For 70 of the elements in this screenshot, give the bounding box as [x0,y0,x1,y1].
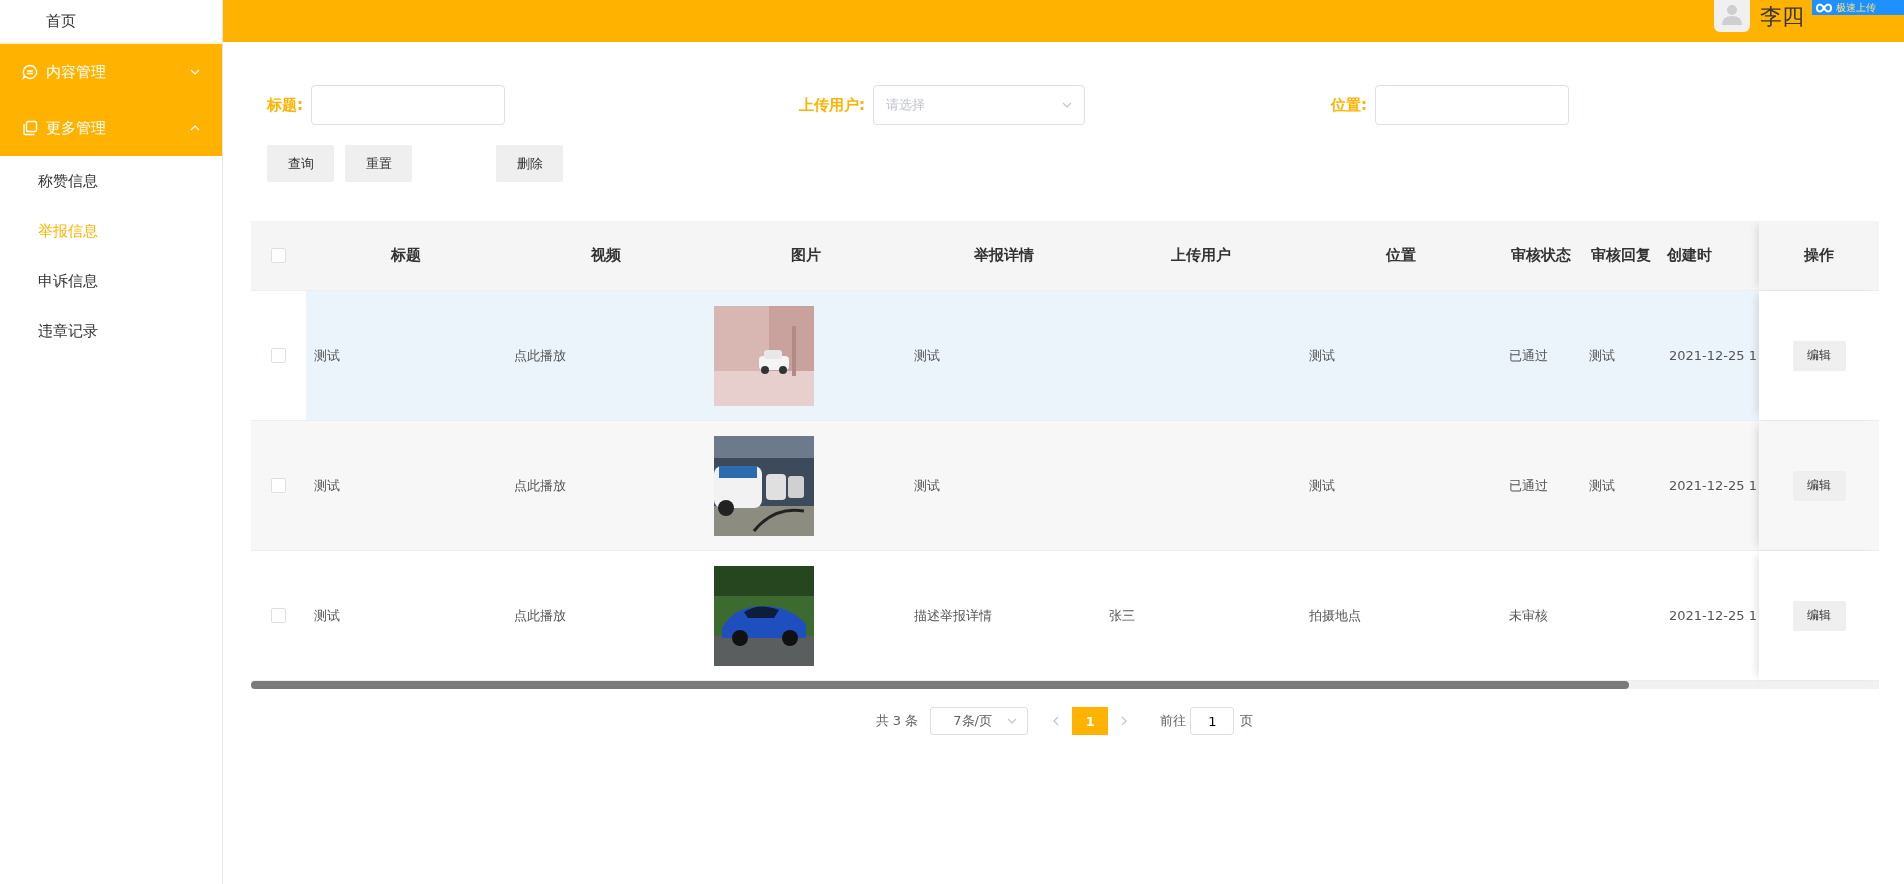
group-label: 内容管理 [46,62,107,82]
table-cell: 测试 [914,476,940,495]
delete-button[interactable]: 删除 [496,145,563,182]
filter-label: 上传用户: [799,95,865,115]
badge-label: 极速上传 [1836,0,1876,15]
table-cell: 已通过 [1509,476,1548,495]
sidebar-item[interactable]: 申诉信息 [0,256,222,306]
table-cell: 测试 [314,346,340,365]
reset-button[interactable]: 重置 [345,145,412,182]
table-cell: 测试 [1589,476,1615,495]
chevron-up-icon [190,123,200,133]
table-cell: 2021-12-25 1 [1669,478,1757,493]
play-link[interactable]: 点此播放 [514,346,566,365]
table-cell: 测试 [1589,346,1615,365]
user-name: 李四 [1760,3,1804,31]
table-cell: 未审核 [1509,606,1548,625]
column-header: 位置 [1384,245,1417,266]
column-header: 创建时 [1666,245,1713,266]
table-cell: 2021-12-25 1 [1669,348,1757,363]
scrollbar-thumb[interactable] [251,681,1629,689]
goto-label: 前往 [1160,712,1187,730]
filter-label: 标题: [267,95,303,115]
column-header: 操作 [1803,246,1835,265]
column-header: 审核状态 [1510,245,1572,266]
filter-label: 位置: [1331,95,1367,115]
table-cell: 描述举报详情 [914,606,992,625]
next-page-icon[interactable] [1120,716,1129,726]
table-cell: 张三 [1109,606,1135,625]
column-header: 上传用户 [1170,245,1232,266]
table-cell: 测试 [1309,346,1335,365]
table-cell: 测试 [914,346,940,365]
column-header: 视频 [590,245,622,266]
page-suffix: 页 [1240,712,1254,730]
table-cell: 测试 [314,606,340,625]
table-cell: 2021-12-25 1 [1669,608,1757,623]
table-cell: 已通过 [1509,346,1548,365]
copy-icon [22,120,38,136]
checkbox[interactable] [271,348,286,363]
column-header: 举报详情 [972,245,1035,266]
group-label: 更多管理 [46,118,107,138]
table-cell: 测试 [314,476,340,495]
sidebar-item[interactable]: 违章记录 [0,306,222,356]
edit-button[interactable]: 编辑 [1792,470,1846,501]
column-header: 标题 [389,245,422,266]
page-input[interactable]: 1 [1190,707,1235,735]
infinity-icon [1816,2,1832,13]
user-icon [1721,3,1743,25]
sidebar-item[interactable]: 称赞信息 [0,156,222,206]
avatar[interactable] [1714,0,1750,32]
edit-button[interactable]: 编辑 [1792,340,1846,371]
edit-button[interactable]: 编辑 [1792,600,1846,631]
table-cell: 拍摄地点 [1309,606,1361,625]
column-header: 审核回复 [1590,245,1652,266]
total-count: 共 3 条 [875,712,919,730]
input-field[interactable] [1375,85,1569,125]
page-size-select[interactable]: 7条/页 [930,707,1029,735]
chevron-down-icon [1062,100,1072,110]
chat-icon [22,64,38,80]
table-cell: 测试 [1309,476,1335,495]
checkbox[interactable] [271,478,286,493]
checkbox[interactable] [271,248,286,263]
column-header: 图片 [790,245,822,266]
search-button[interactable]: 查询 [267,145,334,182]
chevron-down-icon [190,67,200,77]
chevron-down-icon [1007,716,1018,726]
input-field[interactable] [311,85,505,125]
play-link[interactable]: 点此播放 [514,476,566,495]
play-link[interactable]: 点此播放 [514,606,566,625]
checkbox[interactable] [271,608,286,623]
previous-page-icon[interactable] [1052,716,1061,726]
